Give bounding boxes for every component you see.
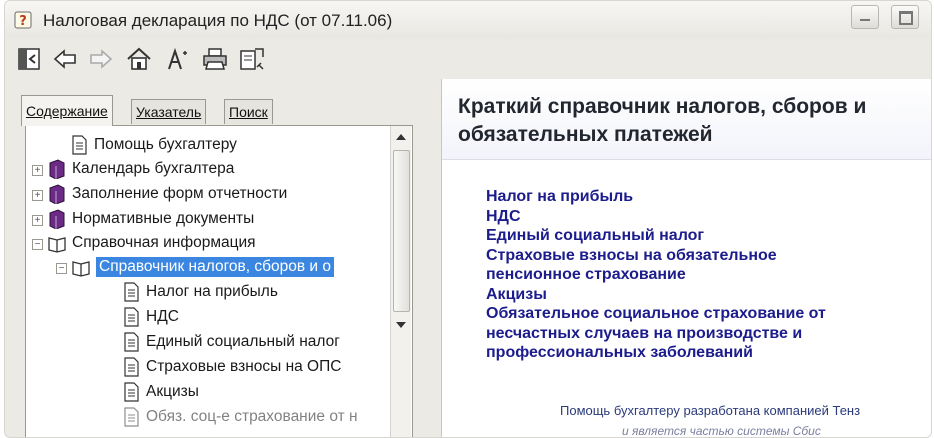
- tree-item[interactable]: Календарь бухгалтера: [48, 158, 234, 180]
- book-open-icon: [72, 257, 90, 277]
- book-closed-icon: [48, 209, 66, 229]
- tab-search[interactable]: Поиск: [224, 99, 273, 124]
- hide-pane-icon: [18, 48, 40, 70]
- tree-item[interactable]: Нормативные документы: [48, 208, 254, 230]
- scroll-thumb[interactable]: [393, 150, 410, 312]
- tree-item-label: Справочник налогов, сборов и о: [96, 257, 334, 277]
- home-icon: [127, 47, 151, 70]
- link-pension-insurance-cont[interactable]: пенсионное страхование: [486, 265, 926, 285]
- tree-item-label: Помощь бухгалтеру: [94, 136, 237, 153]
- link-accident-insurance[interactable]: Обязательное социальное страхование от: [486, 304, 926, 324]
- page-icon: [122, 307, 140, 327]
- tree-item[interactable]: Справочная информация: [48, 232, 256, 254]
- page-icon: [122, 332, 140, 352]
- tree-item-label: Нормативные документы: [72, 210, 255, 227]
- options-button[interactable]: [237, 45, 265, 73]
- expand-toggle[interactable]: +: [32, 190, 43, 201]
- footer-note: Помощь бухгалтеру разработана компанией …: [560, 403, 861, 418]
- tree-item[interactable]: Помощь бухгалтеру: [70, 134, 237, 156]
- svg-text:?: ?: [19, 14, 27, 29]
- link-profit-tax[interactable]: Налог на прибыль: [486, 187, 926, 207]
- font-size-icon: [168, 47, 187, 70]
- link-pension-insurance[interactable]: Страховые взносы на обязательное: [486, 246, 926, 266]
- title-bar[interactable]: ? Налоговая декларация по НДС (от 07.11.…: [5, 1, 931, 39]
- page-icon: [122, 357, 140, 377]
- tree-item[interactable]: Обяз. соц-е страхование от н: [122, 406, 358, 428]
- book-open-icon: [48, 233, 66, 253]
- tree-item[interactable]: Заполнение форм отчетности: [48, 183, 287, 205]
- expand-toggle[interactable]: +: [32, 215, 43, 226]
- book-closed-icon: [48, 184, 66, 204]
- tree-item-selected[interactable]: Справочник налогов, сборов и о: [72, 256, 334, 278]
- page-icon: [122, 407, 140, 427]
- tree-item-label: НДС: [146, 308, 179, 325]
- link-excise[interactable]: Акцизы: [486, 285, 926, 305]
- topic-title-line: Краткий справочник налогов, сборов и: [458, 95, 867, 118]
- maximize-button[interactable]: [891, 5, 919, 29]
- home-button[interactable]: [125, 45, 153, 73]
- topic-title-line: обязательных платежей: [458, 123, 713, 146]
- print-button[interactable]: [201, 45, 229, 73]
- window-title: Налоговая декларация по НДС (от 07.11.06…: [43, 11, 393, 30]
- tree-item-label: Страховые взносы на ОПС: [146, 358, 342, 375]
- tree-item-label: Справочная информация: [72, 234, 256, 251]
- back-button[interactable]: [51, 45, 79, 73]
- navigation-pane: Содержание Указатель Поиск Помощь бухгал…: [15, 93, 415, 437]
- collapse-toggle[interactable]: −: [32, 239, 43, 250]
- tree-item[interactable]: Налог на прибыль: [122, 281, 278, 303]
- tree-item-label: Обяз. соц-е страхование от н: [146, 408, 358, 425]
- link-vat[interactable]: НДС: [486, 207, 926, 227]
- link-accident-insurance-cont[interactable]: несчастных случаев на производстве и: [486, 324, 926, 344]
- hide-pane-button[interactable]: [15, 45, 43, 73]
- page-icon: [70, 135, 88, 155]
- tree-item[interactable]: Страховые взносы на ОПС: [122, 356, 341, 378]
- minimize-button[interactable]: [851, 5, 879, 29]
- tree-item-label: Налог на прибыль: [146, 283, 278, 300]
- link-unified-social-tax[interactable]: Единый социальный налог: [486, 226, 926, 246]
- tree-item[interactable]: Единый социальный налог: [122, 331, 340, 353]
- topic-links: Налог на прибыль НДС Единый социальный н…: [486, 187, 926, 363]
- link-accident-insurance-cont2[interactable]: профессиональных заболеваний: [486, 343, 926, 363]
- page-icon: [122, 282, 140, 302]
- forward-button[interactable]: [87, 45, 115, 73]
- collapse-toggle[interactable]: −: [56, 263, 67, 274]
- scroll-up-icon[interactable]: [396, 134, 406, 140]
- tree-item-label: Единый социальный налог: [146, 333, 340, 350]
- help-window: ? Налоговая декларация по НДС (от 07.11.…: [4, 0, 932, 438]
- tree-item-label: Календарь бухгалтера: [72, 160, 235, 177]
- tree-scrollbar[interactable]: [390, 126, 411, 437]
- contents-tree: Помощь бухгалтеру + Календарь бухгалтера…: [25, 125, 413, 437]
- printer-icon: [203, 48, 227, 70]
- font-button[interactable]: [163, 45, 191, 73]
- tab-index[interactable]: Указатель: [131, 99, 207, 124]
- arrow-right-icon: [90, 49, 113, 69]
- expand-toggle[interactable]: +: [32, 165, 43, 176]
- topic-title: Краткий справочник налогов, сборов и обя…: [458, 93, 928, 149]
- book-closed-icon: [48, 159, 66, 179]
- options-icon: [240, 48, 264, 70]
- help-app-icon: ?: [14, 11, 32, 29]
- tree-item[interactable]: Акцизы: [122, 381, 199, 403]
- footer-note-line2: и является частью системы Сбис: [622, 424, 821, 437]
- tree-item[interactable]: НДС: [122, 306, 179, 328]
- pane-tabs: Содержание Указатель Поиск: [15, 93, 415, 129]
- tree-item-label: Акцизы: [146, 383, 199, 400]
- tab-contents[interactable]: Содержание: [21, 95, 113, 126]
- scroll-down-icon[interactable]: [396, 322, 406, 328]
- toolbar: [5, 39, 931, 79]
- tree-item-label: Заполнение форм отчетности: [72, 185, 288, 202]
- arrow-left-icon: [53, 49, 76, 69]
- topic-pane: Краткий справочник налогов, сборов и обя…: [441, 79, 931, 437]
- topic-header: Краткий справочник налогов, сборов и обя…: [442, 79, 931, 160]
- page-icon: [122, 382, 140, 402]
